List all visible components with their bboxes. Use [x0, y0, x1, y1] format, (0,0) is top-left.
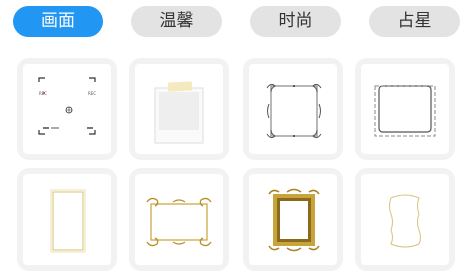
- frame-card-viewfinder[interactable]: REC REC: [17, 58, 117, 160]
- tab-wenxin[interactable]: 温馨: [131, 6, 222, 37]
- frame-thumbnail: [361, 64, 449, 154]
- frame-card-polaroid[interactable]: [129, 58, 229, 160]
- tab-shishang[interactable]: 时尚: [250, 6, 341, 37]
- viewfinder-icon: REC REC: [38, 77, 96, 135]
- frame-thumbnail: [135, 64, 223, 154]
- tab-huamian[interactable]: 画面: [13, 6, 103, 37]
- frame-card-gold-scroll[interactable]: [129, 168, 229, 271]
- thin-gold-icon: [50, 189, 86, 253]
- frame-card-baroque-gold[interactable]: [243, 168, 343, 271]
- cartouche-icon: [389, 194, 421, 248]
- frame-thumbnail: [23, 174, 111, 265]
- polaroid-icon: [154, 81, 204, 144]
- frame-card-ornate-corner[interactable]: [243, 58, 343, 160]
- stitched-border-icon: [374, 85, 436, 137]
- frame-thumbnail: [361, 174, 449, 265]
- ornate-corner-icon: [266, 83, 322, 139]
- baroque-gold-icon: [268, 188, 320, 252]
- frame-thumbnail: [249, 64, 337, 154]
- frame-card-stitched[interactable]: [355, 58, 455, 160]
- frame-card-cartouche[interactable]: [355, 168, 455, 271]
- frame-thumbnail: [135, 174, 223, 265]
- gold-scroll-icon: [146, 197, 212, 247]
- frame-thumbnail: [249, 174, 337, 265]
- frame-thumbnail: REC REC: [23, 64, 111, 154]
- tab-zhanxing[interactable]: 占星: [369, 6, 460, 37]
- rec-label-right: REC: [88, 91, 96, 96]
- frame-card-thin-gold[interactable]: [17, 168, 117, 271]
